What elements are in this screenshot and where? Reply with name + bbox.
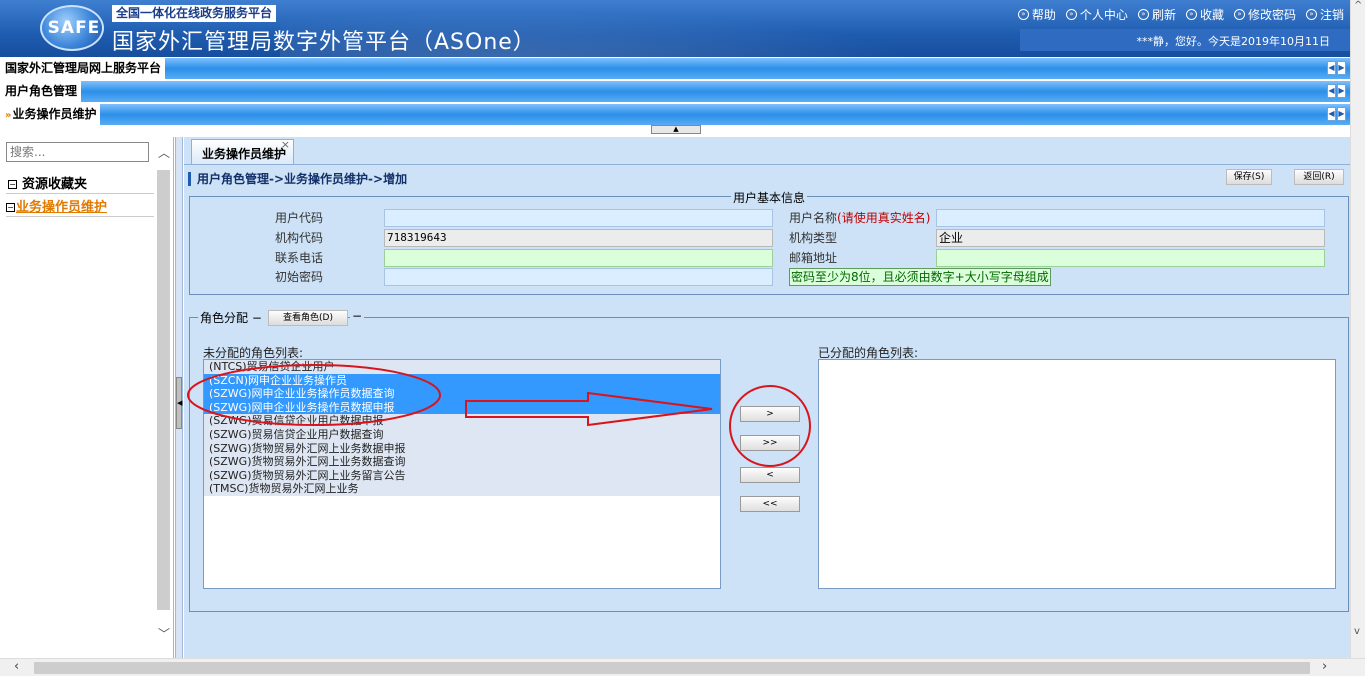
annotation-arrow-icon <box>465 391 713 427</box>
chevron-right-icon[interactable]: › <box>1322 659 1327 674</box>
highlight-circle <box>729 385 811 467</box>
highlight-ellipse <box>187 364 441 426</box>
chevron-left-icon[interactable]: ‹ <box>14 659 19 674</box>
page-horizontal-scrollbar[interactable]: ‹ › <box>0 658 1365 676</box>
annotation-overlay <box>187 364 811 467</box>
horizontal-scroll-thumb[interactable] <box>34 662 1310 674</box>
